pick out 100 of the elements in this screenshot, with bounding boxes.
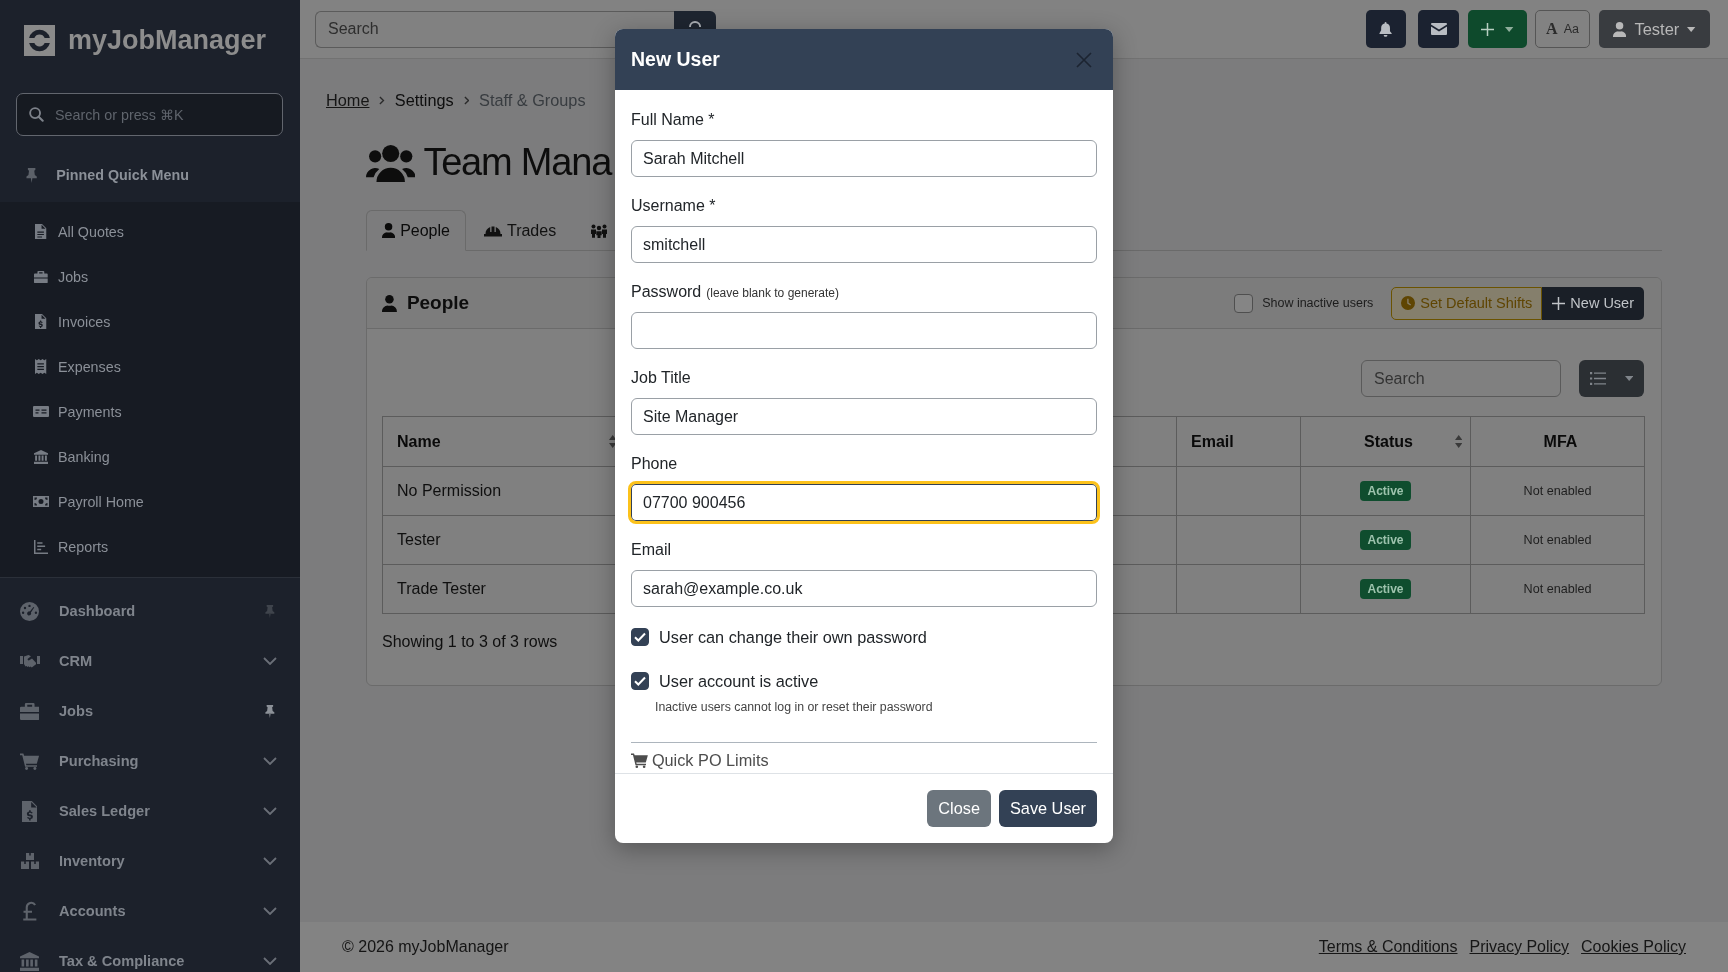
user-icon [1613,21,1627,37]
status-badge: Active [1360,579,1411,599]
bell-icon [1379,21,1393,37]
checkbox-label: User account is active [659,671,819,691]
column-header[interactable]: Status [1300,416,1471,467]
table-cell: Not enabled [1470,515,1645,565]
plus-icon [1552,296,1566,310]
clock-icon [1401,296,1416,310]
user-menu-button[interactable]: Tester [1599,10,1710,48]
receipt-icon [35,359,47,374]
checkbox[interactable] [631,628,649,646]
caret-icon [1687,26,1696,32]
secondary-button[interactable]: Close [927,790,991,827]
sidebar-item[interactable]: Payroll Home [0,479,300,524]
primary-button[interactable]: New User [1542,286,1644,320]
column-header: MFA [1470,416,1645,467]
file-icon [35,224,47,239]
caret-icon [1505,26,1514,32]
checkbox[interactable] [631,672,649,690]
search-field[interactable]: Search or press ⌘K [16,93,283,136]
section-heading: Quick PO Limits [651,750,769,770]
text-field[interactable]: Site Manager [631,398,1097,435]
chart-icon [34,539,48,554]
payment-card-icon [33,406,49,417]
briefcase-icon [34,270,48,283]
nav-item[interactable]: Dashboard [0,586,300,636]
nav-item[interactable]: CRM [0,636,300,686]
font-size-button[interactable]: A Aa [1535,10,1590,48]
section-heading: Pinned Quick Menu [56,167,189,183]
sidebar-item[interactable]: Banking [0,434,300,479]
logo-icon [24,24,55,56]
add-button[interactable] [1468,10,1527,48]
person-icon [382,223,396,238]
person-icon [382,294,397,312]
sidebar-item[interactable]: Expenses [0,344,300,389]
breadcrumb-link[interactable]: Home [326,90,370,110]
sidebar-item[interactable]: All Quotes [0,209,300,254]
breadcrumb-link[interactable]: Settings [394,90,454,110]
gauge-icon [20,601,39,621]
bank-icon [20,951,39,971]
text-field[interactable]: smitchell [631,226,1097,263]
nav-item[interactable]: Purchasing [0,736,300,786]
nav-item[interactable]: Accounts [0,886,300,936]
sidebar-item[interactable]: Jobs [0,254,300,299]
table-cell: Not enabled [1470,564,1645,614]
nav-item[interactable]: Inventory [0,836,300,886]
text-field[interactable]: 07700 900456 [628,481,1100,524]
table-cell: Not enabled [1470,466,1645,516]
notifications-button[interactable] [1366,10,1406,48]
invoice-icon [35,314,47,329]
primary-button[interactable]: Save User [999,790,1097,827]
sidebar-item[interactable]: Invoices [0,299,300,344]
checkbox-label: User can change their own password [659,627,927,647]
nav-item[interactable]: Tax & Compliance [0,936,300,972]
people-group-icon [590,223,609,238]
banknote-icon [33,496,49,507]
search-field[interactable]: Search [1361,360,1561,397]
check-icon [634,632,646,642]
text-field[interactable] [631,312,1097,349]
text-field[interactable]: Sarah Mitchell [631,140,1097,177]
column-header: Email [1176,416,1301,467]
nav-item[interactable]: Jobs [0,686,300,736]
checkbox-label: Show inactive users [1262,296,1374,310]
dialog-title: New User [631,48,720,71]
pagination-summary: Showing 1 to 3 of 3 rows [382,632,558,652]
field-label: Email [631,540,671,560]
users-icon [366,143,416,182]
footer-link[interactable]: Cookies Policy [1581,938,1686,956]
field-label: Full Name * [631,110,715,130]
sidebar-item[interactable]: Payments [0,389,300,434]
brand-name: myJobManager [68,24,267,56]
columns-button[interactable] [1579,360,1644,397]
tab[interactable]: People [366,210,466,251]
plus-icon [1481,22,1495,36]
list-icon [1589,372,1606,385]
copyright-text: © 2026 myJobManager [342,938,509,956]
footer-link[interactable]: Privacy Policy [1469,938,1570,956]
text-field[interactable]: sarah@example.co.uk [631,570,1097,607]
close-icon [1076,51,1092,68]
nav-item[interactable]: Sales Ledger [0,786,300,836]
tab[interactable]: Trades [467,210,573,251]
sidebar-item[interactable]: Reports [0,524,300,569]
card-title: People [406,292,470,314]
status-badge: Active [1360,530,1411,550]
messages-button[interactable] [1418,10,1459,48]
cart-icon [19,752,40,770]
chevron-right-icon [379,95,385,105]
checkbox[interactable] [1234,293,1254,313]
pound-icon [22,901,37,921]
helmet-icon [483,224,502,237]
handshake-icon [19,654,40,668]
envelope-icon [1430,23,1447,35]
check-icon [634,676,646,686]
briefcase-icon [19,702,40,720]
chevron-right-icon [463,95,470,105]
search-field[interactable]: Search [315,10,674,48]
pin-icon [26,167,38,183]
hint-text: (leave blank to generate) [706,285,839,302]
footer-link[interactable]: Terms & Conditions [1318,938,1458,956]
field-label: Phone [631,454,678,474]
